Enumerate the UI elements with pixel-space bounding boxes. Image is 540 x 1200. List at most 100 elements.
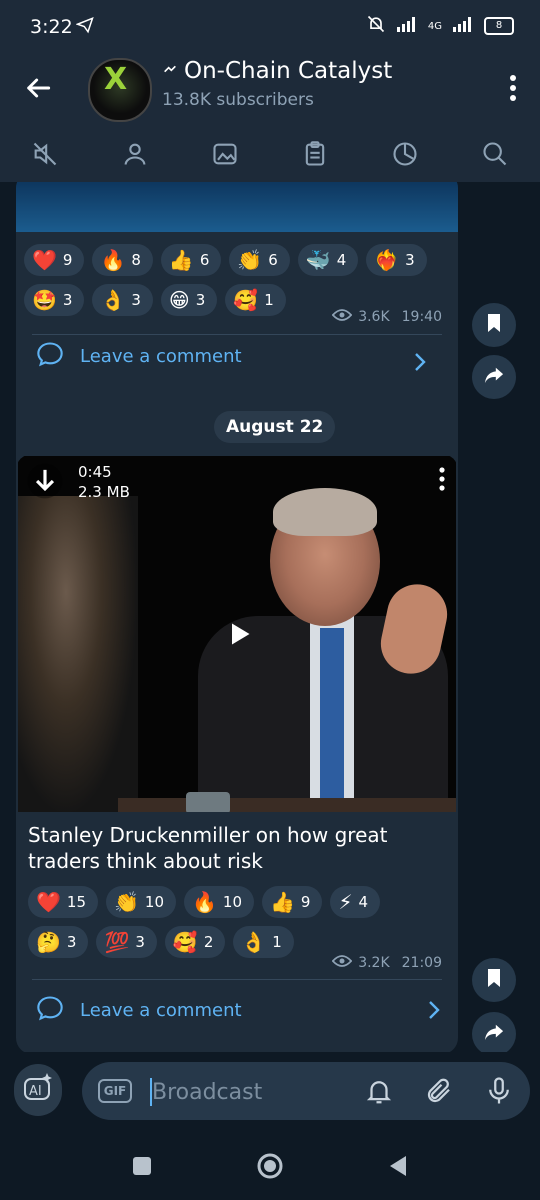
reaction-count: 10	[144, 893, 164, 911]
reaction-chip[interactable]: ❤️‍🔥 3	[366, 244, 427, 276]
reaction-chip[interactable]: 🔥 8	[92, 244, 153, 276]
reaction-emoji: 🤔	[36, 930, 61, 954]
download-arrow-icon[interactable]	[26, 462, 64, 504]
chevron-right-icon	[412, 352, 428, 376]
gif-button[interactable]: GIF	[98, 1079, 132, 1103]
message-input-bar: AI GIF	[0, 1052, 540, 1136]
post-image[interactable]	[16, 182, 458, 232]
comment-bubble-icon	[36, 994, 64, 1026]
subscriber-count: 13.8K subscribers	[162, 90, 314, 110]
status-bar: 3:22 4G 8	[0, 0, 540, 54]
attach-paperclip-icon[interactable]	[424, 1076, 454, 1110]
reaction-emoji: 👏	[114, 890, 139, 914]
leave-comment-button[interactable]: Leave a comment	[36, 994, 242, 1026]
video-duration: 0:45	[78, 463, 112, 481]
more-menu-icon[interactable]	[508, 72, 518, 108]
reaction-emoji: 👍	[168, 248, 194, 272]
reaction-chip[interactable]: ❤️ 9	[24, 244, 85, 276]
ai-label: AI	[29, 1084, 42, 1099]
video-more-icon[interactable]	[438, 466, 446, 496]
reaction-count: 10	[222, 893, 242, 911]
channel-title-row[interactable]: On-Chain Catalyst	[162, 58, 392, 84]
home-circle-icon[interactable]	[256, 1152, 284, 1184]
video-download-info[interactable]: 0:45 2.3 MB	[26, 462, 130, 504]
files-tab-icon[interactable]	[295, 134, 335, 174]
reaction-count: 3	[62, 291, 73, 309]
reaction-count: 3	[66, 933, 77, 951]
reaction-chip[interactable]: 🥰 2	[164, 926, 226, 958]
reaction-emoji: 👌	[100, 288, 126, 312]
ai-button[interactable]: AI	[14, 1064, 62, 1116]
signal-icon	[396, 16, 418, 36]
divider	[32, 979, 442, 980]
bookmark-button[interactable]	[472, 958, 516, 1002]
notification-bell-icon[interactable]	[364, 1076, 394, 1110]
video-frame-tie	[320, 628, 344, 806]
reaction-emoji: ❤️	[36, 890, 61, 914]
video-frame-glass	[186, 792, 230, 812]
message-field: GIF	[82, 1062, 530, 1120]
app-bar: X On-Chain Catalyst 13.8K subscribers	[0, 54, 540, 126]
reaction-chip[interactable]: 😁 3	[160, 284, 218, 316]
reaction-chip[interactable]: 🤔 3	[28, 926, 89, 958]
video-frame-hair	[273, 488, 377, 536]
share-arrow-icon	[483, 365, 505, 389]
divider	[32, 334, 442, 335]
video-frame-table	[118, 798, 456, 812]
reaction-count: 9	[62, 251, 73, 269]
video-size: 2.3 MB	[78, 483, 130, 501]
post-time: 19:40	[401, 309, 442, 325]
stats-tab-icon[interactable]	[385, 134, 425, 174]
chat-area[interactable]: ❤️ 9 🔥 8 👍 6 👏 6 🐳 4 ❤️‍🔥 3 🤩 3 👌 3 😁 3 🥰 1 3.6K 19:40 Leav…	[0, 182, 540, 1052]
reaction-chip[interactable]: 👌 3	[92, 284, 153, 316]
reaction-emoji: ❤️	[32, 248, 57, 272]
back-arrow-icon[interactable]	[22, 72, 54, 108]
reaction-chip[interactable]: 👏 10	[106, 886, 176, 918]
broadcast-input[interactable]	[150, 1072, 354, 1112]
battery-icon: 8	[484, 17, 514, 35]
reaction-count: 15	[66, 893, 86, 911]
views-count: 3.6K	[358, 309, 390, 325]
back-triangle-icon[interactable]	[388, 1155, 408, 1181]
bookmark-icon	[484, 312, 504, 338]
reaction-chip[interactable]: 👍 9	[262, 886, 323, 918]
post-bubble[interactable]: 0:45 2.3 MB Stanley Druckenmiller on how…	[16, 454, 458, 1052]
reaction-chip[interactable]: 🤩 3	[24, 284, 85, 316]
reaction-chip[interactable]: ⚡ 4	[330, 886, 381, 918]
reaction-emoji: ⚡	[338, 890, 353, 914]
leave-comment-button[interactable]: Leave a comment	[36, 340, 242, 372]
recents-square-icon[interactable]	[132, 1156, 152, 1180]
bookmark-button[interactable]	[472, 303, 516, 347]
reaction-chip[interactable]: 🔥 10	[184, 886, 254, 918]
search-icon[interactable]	[475, 134, 515, 174]
mute-tab-icon[interactable]	[25, 134, 65, 174]
views-eye-icon	[331, 954, 353, 972]
reaction-count: 9	[300, 893, 311, 911]
channel-avatar[interactable]: X	[88, 58, 152, 122]
share-button[interactable]	[472, 355, 516, 399]
reaction-chip[interactable]: 👍 6	[160, 244, 222, 276]
reaction-emoji: 🥰	[233, 288, 259, 312]
share-button[interactable]	[472, 1012, 516, 1052]
text-caret	[150, 1078, 152, 1106]
microphone-icon[interactable]	[484, 1076, 514, 1110]
reaction-chip[interactable]: 🥰 1	[225, 284, 286, 316]
reaction-chip[interactable]: 💯 3	[96, 926, 157, 958]
reaction-chip[interactable]: 👌 1	[233, 926, 294, 958]
leave-comment-label: Leave a comment	[80, 999, 242, 1021]
reactions-row: ❤️ 9 🔥 8 👍 6 👏 6 🐳 4 ❤️‍🔥 3 🤩 3 👌 3 😁 3 🥰 1	[24, 244, 454, 316]
reactions-row: ❤️ 15 👏 10 🔥 10 👍 9 ⚡ 4 🤔 3 💯 3 🥰 2 👌 1	[28, 886, 448, 958]
comment-bubble-icon	[36, 340, 64, 372]
reaction-emoji: ❤️‍🔥	[374, 248, 400, 272]
play-icon[interactable]	[225, 620, 253, 652]
reaction-emoji: 👏	[237, 248, 263, 272]
reaction-count: 3	[405, 251, 415, 269]
reaction-chip[interactable]: ❤️ 15	[28, 886, 98, 918]
reaction-chip[interactable]: 🐳 4	[297, 244, 359, 276]
reaction-chip[interactable]: 👏 6	[229, 244, 290, 276]
mute-bell-icon	[366, 14, 386, 38]
video-player[interactable]: 0:45 2.3 MB	[18, 456, 456, 812]
megaphone-icon	[162, 61, 178, 81]
members-tab-icon[interactable]	[115, 134, 155, 174]
media-tab-icon[interactable]	[205, 134, 245, 174]
